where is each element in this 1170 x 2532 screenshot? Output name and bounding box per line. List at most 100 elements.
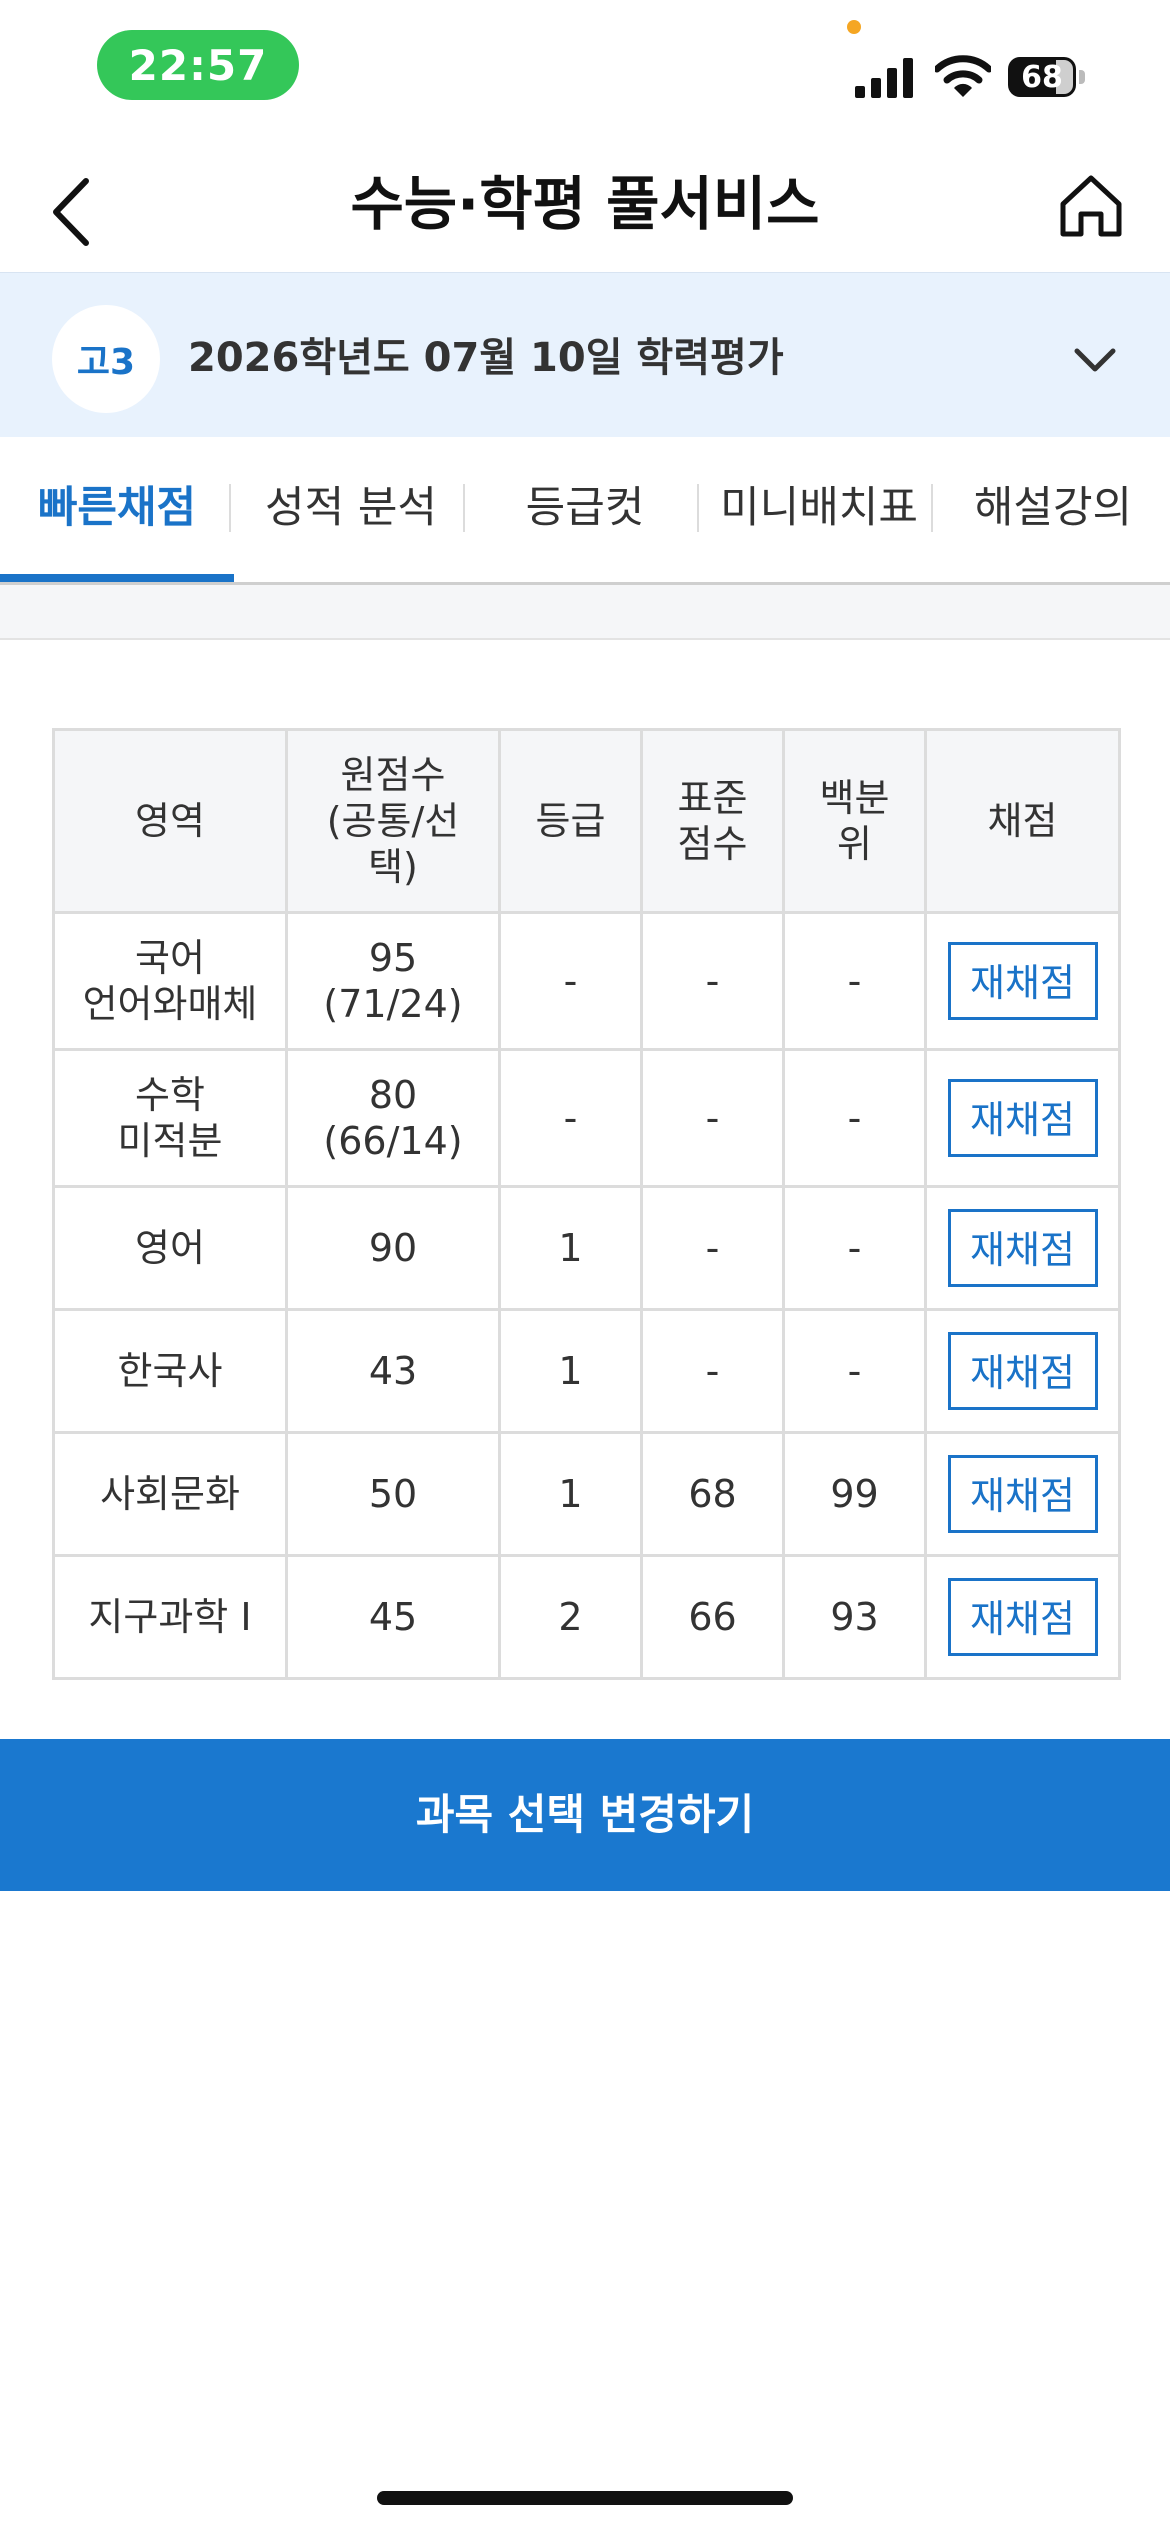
header-subject: 영역 xyxy=(52,728,288,914)
header-grade: 등급 xyxy=(498,728,643,914)
tab-divider xyxy=(931,484,933,532)
exam-title: 2026학년도 07월 10일 학력평가 xyxy=(188,335,784,381)
tab-lectures[interactable]: 해설강의 xyxy=(936,437,1170,582)
cell-raw: 95 (71/24) xyxy=(285,911,501,1051)
subject-elective: 미적분 xyxy=(117,1119,223,1163)
tab-grade-cut[interactable]: 등급컷 xyxy=(468,437,702,582)
cell-subject: 지구과학 I xyxy=(52,1554,288,1680)
raw-score: 95 xyxy=(368,936,418,980)
table-row: 지구과학 I 45 2 66 93 재채점 xyxy=(52,1554,1121,1680)
header-grade-label: 등급 xyxy=(535,799,606,843)
cell-percentile: 93 xyxy=(782,1554,927,1680)
status-bar: 22:57 68 xyxy=(0,0,1170,140)
chevron-left-icon xyxy=(53,178,89,246)
cell-action: 재채점 xyxy=(924,1431,1121,1557)
battery-icon: 68 xyxy=(1008,57,1086,97)
header-raw-score: 원점수 (공통/선 택) xyxy=(285,728,501,914)
tab-divider xyxy=(229,484,231,532)
cell-raw: 90 xyxy=(285,1185,501,1311)
header-standard-1: 표준 xyxy=(677,776,748,820)
home-button[interactable] xyxy=(1055,170,1127,242)
home-icon xyxy=(1060,175,1122,237)
cell-subject: 국어 언어와매체 xyxy=(52,911,288,1051)
table-row: 한국사 43 1 - - 재채점 xyxy=(52,1308,1121,1434)
tab-mini-placement[interactable]: 미니배치표 xyxy=(702,437,936,582)
cell-percentile: - xyxy=(782,911,927,1051)
header-raw-sub-2: 택) xyxy=(368,845,418,889)
table-header-row: 영역 원점수 (공통/선 택) 등급 표준 점수 백분 위 채점 xyxy=(52,728,1121,914)
header-raw-sub-1: (공통/선 xyxy=(326,799,460,843)
raw-score-breakdown: (71/24) xyxy=(323,982,463,1026)
header-raw-label: 원점수 xyxy=(340,753,446,797)
section-divider xyxy=(0,585,1170,640)
wifi-icon xyxy=(935,55,991,97)
chevron-down-icon xyxy=(1074,348,1116,372)
subject-elective: 언어와매체 xyxy=(82,982,258,1026)
cell-percentile: - xyxy=(782,1185,927,1311)
rescore-button[interactable]: 재채점 xyxy=(947,1578,1098,1656)
header-percentile-2: 위 xyxy=(837,822,872,866)
cell-action: 재채점 xyxy=(924,1048,1121,1188)
cell-raw: 80 (66/14) xyxy=(285,1048,501,1188)
battery-level: 68 xyxy=(1008,57,1076,97)
battery-percent: 68 xyxy=(1021,59,1063,95)
header-scoring-label: 채점 xyxy=(987,799,1058,843)
cell-percentile: - xyxy=(782,1308,927,1434)
cell-action: 재채점 xyxy=(924,911,1121,1051)
exam-selector[interactable]: 고3 2026학년도 07월 10일 학력평가 xyxy=(0,272,1170,438)
header-subject-label: 영역 xyxy=(135,799,205,843)
rescore-button[interactable]: 재채점 xyxy=(947,1332,1098,1410)
cell-percentile: 99 xyxy=(782,1431,927,1557)
cellular-signal-icon xyxy=(855,58,913,98)
rescore-button[interactable]: 재채점 xyxy=(947,1209,1098,1287)
cell-subject: 한국사 xyxy=(52,1308,288,1434)
raw-score-breakdown: (66/14) xyxy=(323,1119,463,1163)
back-button[interactable] xyxy=(40,172,100,252)
table-row: 국어 언어와매체 95 (71/24) - - - 재채점 xyxy=(52,911,1121,1051)
header-percentile: 백분 위 xyxy=(782,728,927,914)
subject-name: 수학 xyxy=(135,1073,205,1117)
table-row: 수학 미적분 80 (66/14) - - - 재채점 xyxy=(52,1048,1121,1188)
app-header: 수능·학평 풀서비스 xyxy=(0,140,1170,272)
score-table: 영역 원점수 (공통/선 택) 등급 표준 점수 백분 위 채점 국어 언어와매체… xyxy=(52,728,1121,1680)
cell-percentile: - xyxy=(782,1048,927,1188)
tab-divider xyxy=(463,484,465,532)
cell-standard: 68 xyxy=(640,1431,785,1557)
cell-standard: - xyxy=(640,1185,785,1311)
cell-action: 재채점 xyxy=(924,1554,1121,1680)
change-subject-button[interactable]: 과목 선택 변경하기 xyxy=(0,1739,1170,1891)
rescore-button[interactable]: 재채점 xyxy=(947,1079,1098,1157)
home-indicator xyxy=(377,2491,793,2505)
subject-name: 국어 xyxy=(135,936,205,980)
cell-raw: 45 xyxy=(285,1554,501,1680)
header-scoring: 채점 xyxy=(924,728,1121,914)
page-title: 수능·학평 풀서비스 xyxy=(350,170,820,238)
cell-grade: 2 xyxy=(498,1554,643,1680)
header-percentile-1: 백분 xyxy=(819,776,890,820)
tab-score-analysis[interactable]: 성적 분석 xyxy=(234,437,468,582)
cell-grade: 1 xyxy=(498,1431,643,1557)
cell-grade: - xyxy=(498,911,643,1051)
cell-standard: 66 xyxy=(640,1554,785,1680)
tab-divider xyxy=(697,484,699,532)
cell-subject: 사회문화 xyxy=(52,1431,288,1557)
table-row: 사회문화 50 1 68 99 재채점 xyxy=(52,1431,1121,1557)
active-tab-indicator xyxy=(0,574,234,582)
battery-cap xyxy=(1079,70,1085,84)
grade-badge: 고3 xyxy=(52,305,160,413)
cell-grade: 1 xyxy=(498,1185,643,1311)
cell-subject: 수학 미적분 xyxy=(52,1048,288,1188)
rescore-button[interactable]: 재채점 xyxy=(947,1455,1098,1533)
header-standard-2: 점수 xyxy=(677,822,748,866)
cell-action: 재채점 xyxy=(924,1308,1121,1434)
tab-quick-scoring[interactable]: 빠른채점 xyxy=(0,437,234,582)
cell-raw: 50 xyxy=(285,1431,501,1557)
cell-grade: 1 xyxy=(498,1308,643,1434)
cell-standard: - xyxy=(640,911,785,1051)
cell-standard: - xyxy=(640,1308,785,1434)
cell-grade: - xyxy=(498,1048,643,1188)
cell-subject: 영어 xyxy=(52,1185,288,1311)
rescore-button[interactable]: 재채점 xyxy=(947,942,1098,1020)
status-time: 22:57 xyxy=(97,30,299,100)
cell-action: 재채점 xyxy=(924,1185,1121,1311)
